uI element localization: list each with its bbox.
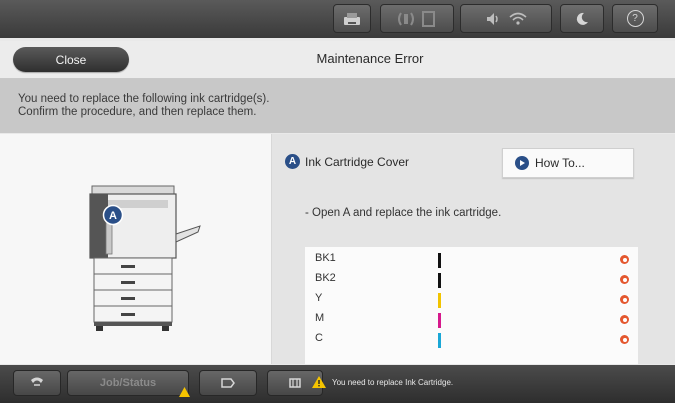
instructions-panel: A Ink Cartridge Cover How To... - Open A… [272, 134, 675, 364]
network-status-button[interactable] [460, 4, 552, 33]
error-message: You need to replace the following ink ca… [0, 79, 675, 133]
error-message-line-2: Confirm the procedure, and then replace … [18, 106, 257, 118]
ink-row-y: Y [305, 292, 638, 309]
page-title: Maintenance Error [316, 51, 424, 66]
document-icon [422, 10, 435, 27]
ink-cartridge-cover-label: A Ink Cartridge Cover [285, 154, 409, 169]
job-status-button[interactable]: Job/Status [67, 370, 190, 397]
ink-level-bar [438, 333, 441, 348]
badge-a-icon: A [285, 154, 300, 169]
printer-network-icon[interactable] [333, 4, 371, 33]
title-bar: Close Maintenance Error [0, 41, 675, 79]
bottom-bar: Job/Status You need to replace Ink Cartr… [0, 365, 675, 403]
fax-button[interactable] [13, 370, 61, 396]
ink-row-bk2: BK2 [305, 272, 638, 289]
error-message-line-1: You need to replace the following ink ca… [18, 93, 270, 105]
printer-illustration-panel: A [0, 134, 272, 364]
warning-icon [620, 255, 629, 264]
ink-cartridge-list: BK1 BK2 Y M C [305, 247, 638, 364]
warning-icon [312, 376, 326, 388]
wifi-direct-icon [398, 11, 414, 26]
job-warning-icon [179, 387, 190, 397]
how-to-label: How To... [535, 156, 585, 170]
status-message: You need to replace Ink Cartridge. [312, 376, 453, 388]
help-button[interactable]: ? [612, 4, 658, 33]
ink-level-bar [438, 293, 441, 308]
play-icon [515, 156, 529, 170]
content-area: A A Ink Cartridge Cover How To... - Open… [0, 134, 675, 364]
ink-row-c: C [305, 332, 638, 349]
illustration-badge-a: A [109, 210, 117, 222]
warning-icon [620, 275, 629, 284]
ink-name: BK2 [315, 272, 336, 284]
ink-name: Y [315, 292, 323, 304]
ink-name: BK1 [315, 252, 336, 264]
top-status-bar: ? [0, 0, 675, 38]
stop-icon [289, 378, 301, 388]
phone-icon [31, 377, 43, 386]
warning-icon [620, 335, 629, 344]
sleep-button[interactable] [560, 4, 604, 33]
ink-level-bar [438, 313, 441, 328]
warning-icon [620, 315, 629, 324]
ink-row-bk1: BK1 [305, 252, 638, 269]
help-icon: ? [626, 10, 644, 27]
ink-level-bar [438, 253, 441, 268]
sleep-moon-icon [576, 12, 588, 25]
printer-illustration: A [89, 185, 201, 331]
ink-name: M [315, 312, 325, 324]
fax-send-button[interactable] [199, 370, 257, 396]
ink-row-m: M [305, 312, 638, 329]
job-status-label: Job/Status [99, 377, 157, 389]
close-button[interactable]: Close [13, 47, 129, 72]
ink-level-bar [438, 273, 441, 288]
volume-icon [487, 12, 498, 25]
fax-send-icon [221, 378, 235, 388]
warning-icon [620, 295, 629, 304]
wifi-direct-status-button[interactable] [380, 4, 454, 33]
status-message-text: You need to replace Ink Cartridge. [332, 377, 454, 387]
wifi-icon [509, 12, 527, 25]
how-to-button[interactable]: How To... [502, 148, 634, 178]
ink-name: C [315, 332, 323, 344]
cover-label-text: Ink Cartridge Cover [305, 154, 410, 169]
instruction-text: - Open A and replace the ink cartridge. [305, 207, 502, 219]
